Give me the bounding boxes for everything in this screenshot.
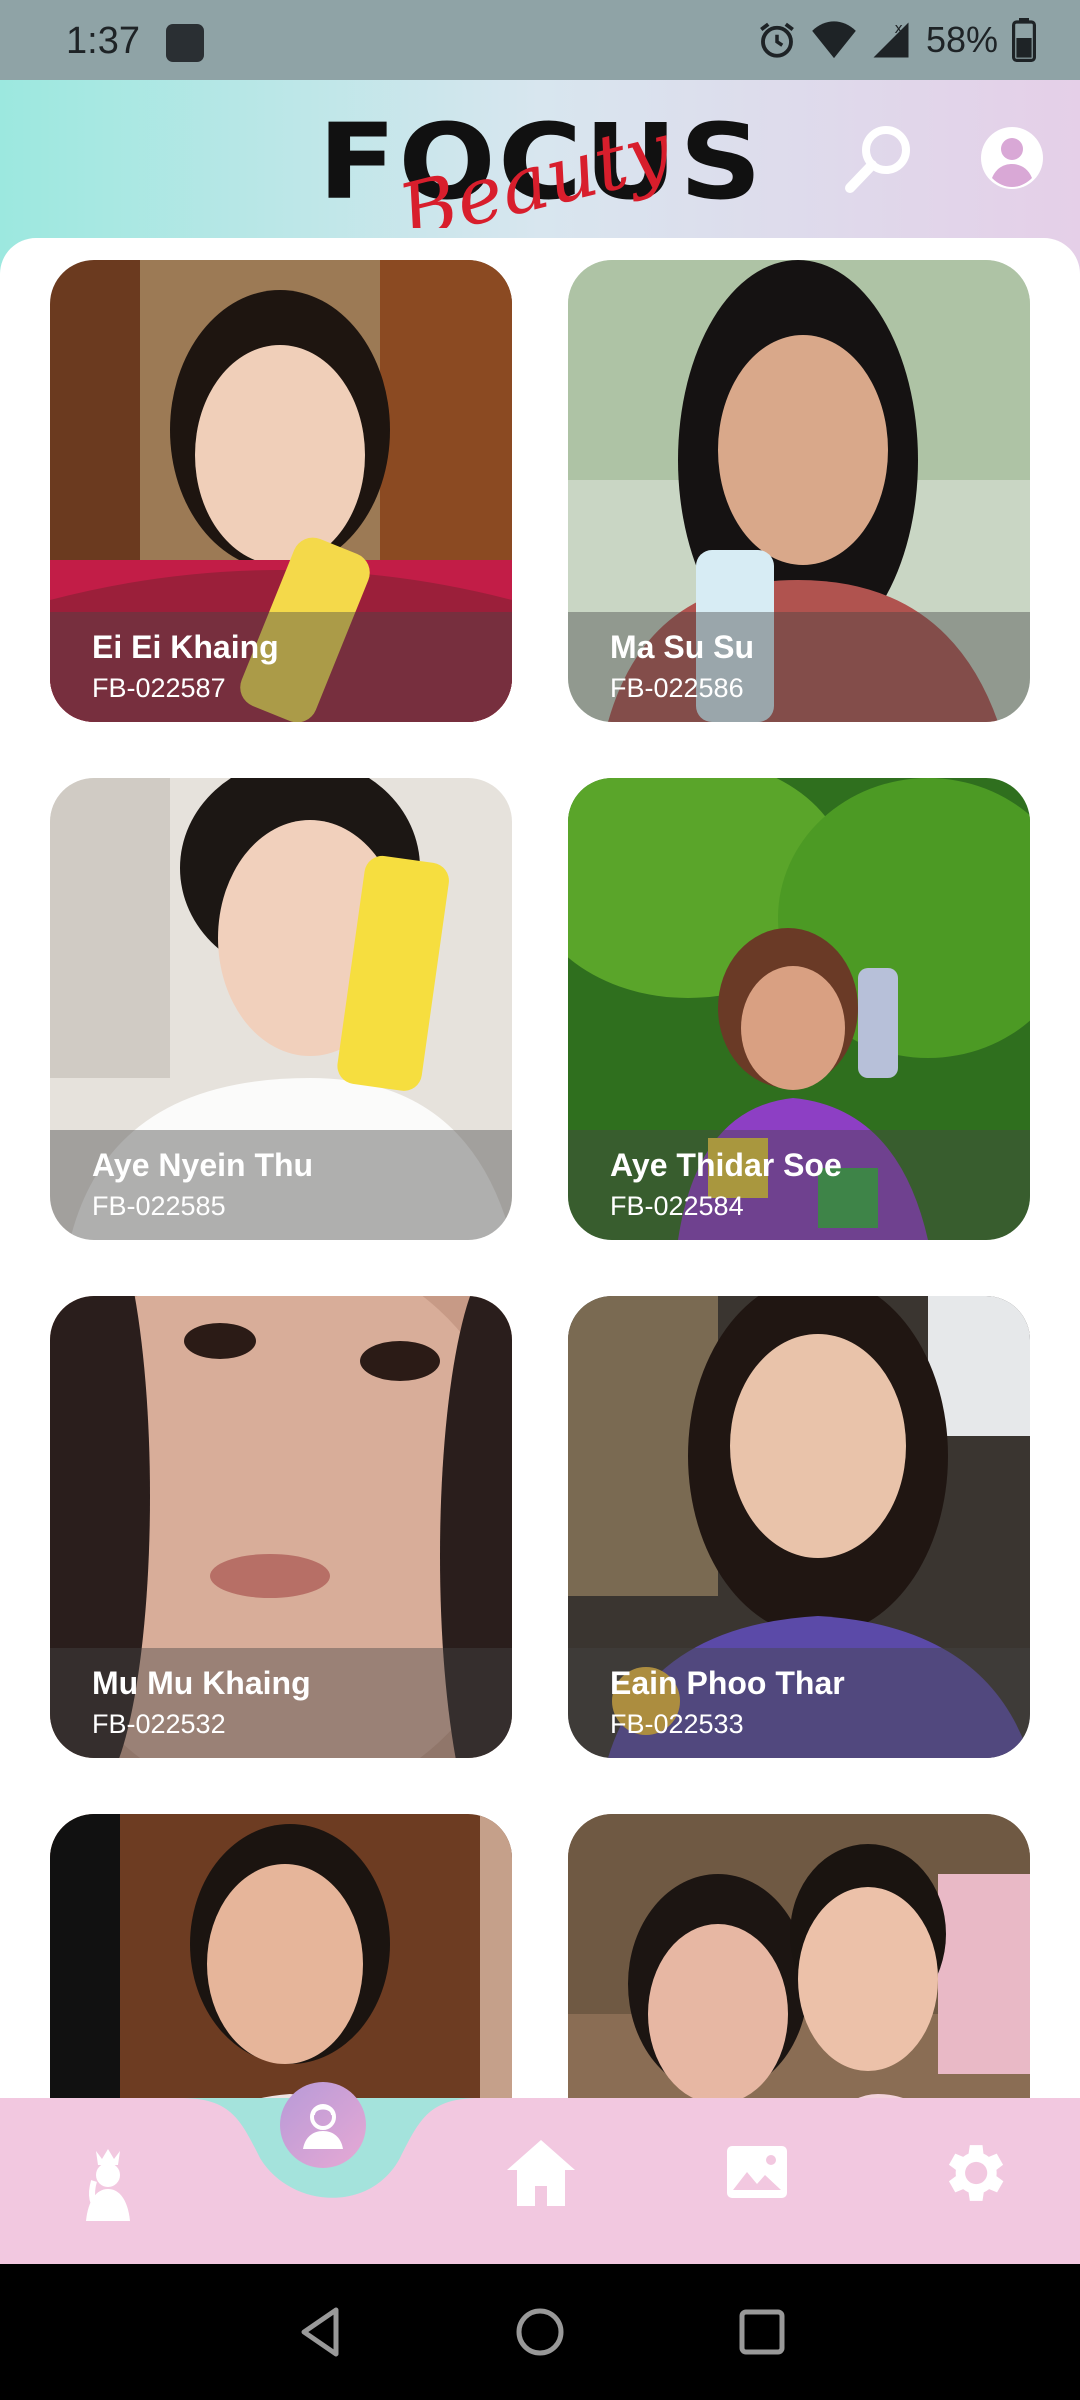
profile-code: FB-022587 [92,673,226,703]
home-icon[interactable] [496,2128,586,2218]
profile-card[interactable]: Eain Phoo Thar FB-022533 [568,1296,1030,1758]
princess-icon[interactable] [68,2138,148,2228]
recents-icon[interactable] [734,2304,790,2360]
profile-card[interactable] [50,1814,512,2100]
account-icon[interactable] [976,122,1048,194]
status-icons: x 58% [756,18,1036,62]
profile-code: FB-022584 [610,1191,744,1221]
profile-card[interactable] [568,1814,1030,2100]
wifi-icon [812,21,856,59]
profile-name: Eain Phoo Thar [610,1665,845,1701]
profile-code: FB-022585 [92,1191,226,1221]
profile-grid-container[interactable]: Ei Ei Khaing FB-022587 Ma Su Su FB-02258… [0,238,1080,2100]
profile-card[interactable]: Ma Su Su FB-022586 [568,260,1030,722]
app-header: FOCUS Beauty [0,80,1080,240]
profile-name: Mu Mu Khaing [92,1665,311,1701]
profile-name: Ei Ei Khaing [92,629,279,665]
svg-text:x: x [894,21,902,37]
battery-icon [1012,18,1036,62]
profile-card[interactable]: Aye Thidar Soe FB-022584 [568,778,1030,1240]
profile-card[interactable]: Mu Mu Khaing FB-022532 [50,1296,512,1758]
notification-icon [166,24,204,62]
status-bar: 1:37 x 58% [0,0,1080,80]
profile-card[interactable]: Aye Nyein Thu FB-022585 [50,778,512,1240]
gallery-icon[interactable] [712,2132,802,2212]
profile-photo [568,1814,1030,2100]
focus-beauty-logo: FOCUS Beauty [318,101,762,228]
profile-photo [50,1814,512,2100]
status-time: 1:37 [66,20,140,62]
settings-icon[interactable] [928,2128,1018,2218]
profile-code: FB-022586 [610,673,744,703]
battery-percent: 58% [925,19,998,60]
back-icon[interactable] [296,2304,346,2360]
profile-icon[interactable] [280,2082,366,2168]
profile-code: FB-022533 [610,1709,744,1739]
signal-icon: x [873,21,909,58]
alarm-icon [760,22,794,58]
profile-name: Aye Thidar Soe [610,1147,842,1183]
home-circle-icon[interactable] [512,2304,568,2360]
search-icon[interactable] [838,120,918,200]
profile-name: Ma Su Su [610,629,755,665]
profile-code: FB-022532 [92,1709,226,1739]
bottom-navigation [0,2098,1080,2264]
system-navigation-bar [0,2264,1080,2400]
profile-name: Aye Nyein Thu [92,1147,314,1183]
profile-card[interactable]: Ei Ei Khaing FB-022587 [50,260,512,722]
